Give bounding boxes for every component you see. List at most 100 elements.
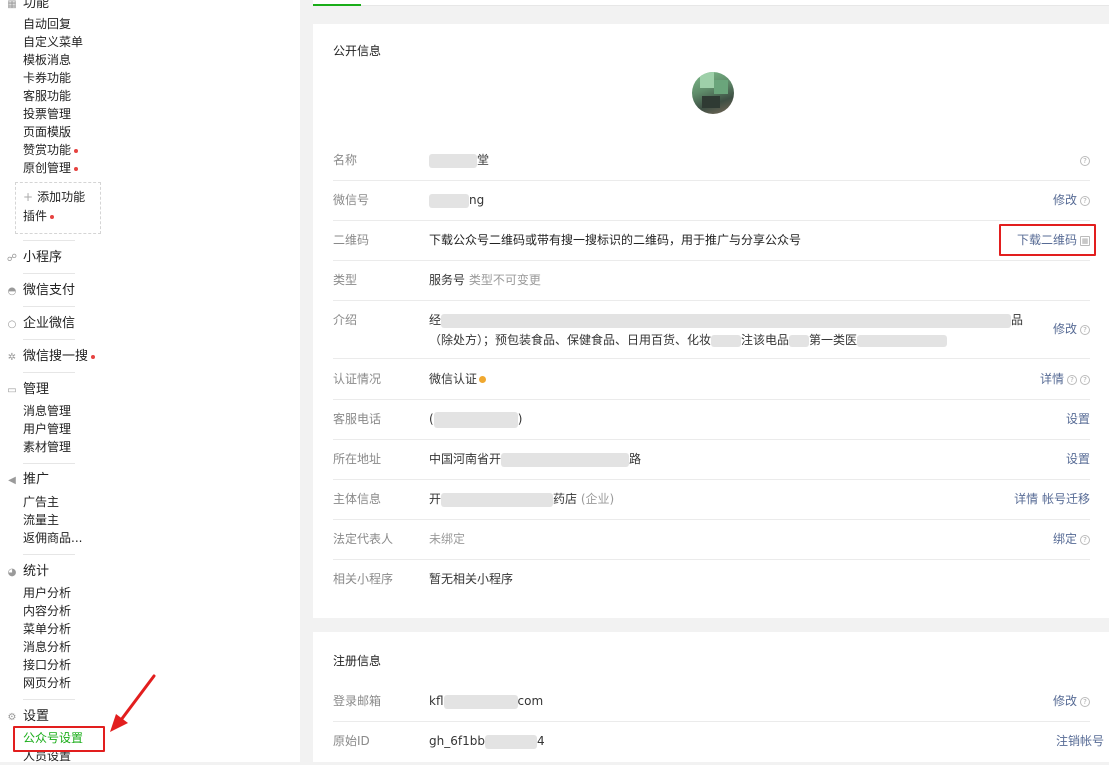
sidebar-item-api-analysis[interactable]: 接口分析 (23, 656, 71, 674)
row-type: 类型 服务号 类型不可变更 (333, 260, 1090, 301)
sidebar-item-template-message[interactable]: 模板消息 (23, 51, 71, 69)
sidebar-header-manage[interactable]: ▭ 管理 (5, 381, 49, 399)
divider (23, 372, 75, 373)
sidebar-item-content-analysis[interactable]: 内容分析 (23, 602, 71, 620)
label-type: 类型 (333, 273, 358, 287)
sidebar-item-advertiser[interactable]: 广告主 (23, 493, 59, 511)
sidebar-item-menu-analysis[interactable]: 菜单分析 (23, 620, 71, 638)
label-email: 登录邮箱 (333, 694, 382, 708)
sidebar-item-custom-menu[interactable]: 自定义菜单 (23, 33, 83, 51)
deregister-account-link[interactable]: 注销帐号 (1056, 721, 1104, 761)
label-related: 相关小程序 (333, 572, 394, 586)
question-icon: ? (1067, 374, 1077, 385)
phone-settings-link[interactable]: 设置 (1066, 399, 1090, 439)
tab-active-indicator (313, 4, 361, 6)
redacted-block (441, 313, 1012, 328)
intro-line-1: 经品 (429, 313, 1024, 328)
avatar[interactable] (692, 72, 734, 114)
address-settings-link[interactable]: 设置 (1066, 439, 1090, 479)
subject-actions: 详情 帐号迁移 (1014, 479, 1090, 519)
sidebar-header-promotion[interactable]: ◀ 推广 (5, 471, 49, 489)
sidebar-header-enterprise-wechat[interactable]: ○ 企业微信 (5, 315, 75, 333)
verified-badge-icon (479, 376, 487, 383)
verify-detail-link[interactable]: 详情?? (1040, 359, 1090, 399)
gear-icon: ⚙ (7, 712, 17, 723)
value-legal: 未绑定 (429, 532, 466, 546)
value-type: 服务号 类型不可变更 (429, 273, 541, 287)
sidebar-header-mini-program[interactable]: ☍ 小程序 (5, 249, 62, 267)
section-title-public: 公开信息 (333, 44, 382, 58)
sidebar-header-wechat-search[interactable]: ✲ 微信搜一搜 (5, 348, 96, 366)
sidebar: ▦ 功能 自动回复 自定义菜单 模板消息 卡券功能 客服功能 投票管理 页面模版 … (0, 0, 300, 763)
divider (23, 463, 75, 464)
new-dot (74, 148, 79, 153)
account-migrate-link[interactable]: 帐号迁移 (1042, 492, 1090, 506)
redacted-block (501, 452, 630, 467)
email-modify-link[interactable]: 修改? (1053, 681, 1090, 721)
label-address: 所在地址 (333, 452, 382, 466)
grid-icon: ▦ (7, 0, 17, 10)
sidebar-item-message-manage[interactable]: 消息管理 (23, 402, 71, 420)
divider (23, 339, 75, 340)
divider (23, 554, 75, 555)
arrow-annotation-icon (110, 674, 156, 732)
megaphone-icon: ◀ (8, 475, 16, 486)
value-intro: 经品 （除处方）；预包装食品、保健食品、日用百货、化妆 注该电品 第一类医 (429, 310, 1023, 350)
divider (23, 699, 75, 700)
question-icon: ? (1080, 374, 1090, 385)
row-legal: 法定代表人 未绑定 绑定? (333, 519, 1090, 560)
folder-icon: ▭ (7, 385, 17, 396)
label-name: 名称 (333, 153, 358, 167)
sidebar-item-customer-service[interactable]: 客服功能 (23, 87, 71, 105)
row-address: 所在地址 中国河南省开路 设置 (333, 439, 1090, 480)
sidebar-header-statistics[interactable]: ◕ 统计 (5, 563, 49, 581)
intro-line-2: （除处方）；预包装食品、保健食品、日用百货、化妆 注该电品 第一类医 (429, 330, 1023, 350)
sidebar-item-auto-reply[interactable]: 自动回复 (23, 15, 71, 33)
value-address: 中国河南省开路 (429, 452, 642, 467)
chat-icon: ○ (7, 319, 17, 330)
link-icon: ☍ (6, 253, 18, 264)
question-icon: ? (1080, 195, 1090, 206)
redacted-block (429, 153, 477, 168)
sidebar-item-page-template[interactable]: 页面模版 (23, 123, 71, 141)
redacted-block (857, 334, 948, 347)
sidebar-header-wechat-pay[interactable]: ◓ 微信支付 (5, 282, 75, 300)
row-verify: 认证情况 微信认证 详情?? (333, 359, 1090, 400)
sidebar-item-vote[interactable]: 投票管理 (23, 105, 71, 123)
row-wechat-id: 微信号 ng 修改? (333, 180, 1090, 221)
tab-bar (313, 0, 1109, 6)
sidebar-item-traffic-owner[interactable]: 流量主 (23, 511, 59, 529)
subject-detail-link[interactable]: 详情 (1014, 492, 1038, 506)
sidebar-item-message-analysis[interactable]: 消息分析 (23, 638, 71, 656)
sidebar-item-user-manage[interactable]: 用户管理 (23, 420, 71, 438)
sidebar-header-settings[interactable]: ⚙ 设置 (5, 708, 50, 726)
wechat-id-modify-link[interactable]: 修改? (1053, 180, 1090, 220)
divider (23, 306, 75, 307)
row-email: 登录邮箱 kfl com 修改? (333, 681, 1090, 722)
value-verify: 微信认证 (429, 359, 487, 399)
new-dot (74, 166, 79, 171)
row-origin-id: 原始ID gh_6f1bb 4 注销帐号 (333, 721, 1104, 761)
add-function-button[interactable]: + 添加功能 (23, 188, 85, 206)
sidebar-item-original[interactable]: 原创管理 (23, 159, 79, 177)
sidebar-item-web-analysis[interactable]: 网页分析 (23, 674, 71, 692)
row-related-mini-program: 相关小程序 暂无相关小程序 (333, 559, 1090, 599)
sidebar-item-user-analysis[interactable]: 用户分析 (23, 584, 71, 602)
register-info-card: 注册信息 登录邮箱 kfl com 修改? 原始ID gh_6f1bb 4 注销帐号 (313, 632, 1109, 762)
legal-bind-link[interactable]: 绑定? (1053, 519, 1090, 559)
question-icon: ? (1080, 534, 1090, 545)
label-legal: 法定代表人 (333, 532, 394, 546)
intro-modify-link[interactable]: 修改? (1053, 300, 1090, 358)
wallet-icon: ◓ (7, 286, 17, 297)
sidebar-item-appreciation[interactable]: 赞赏功能 (23, 141, 79, 159)
sidebar-header-function[interactable]: ▦ 功能 (5, 0, 49, 13)
sidebar-item-material-manage[interactable]: 素材管理 (23, 438, 71, 456)
question-icon: ? (1080, 696, 1090, 707)
plus-icon: + (23, 190, 34, 204)
sidebar-item-plugin[interactable]: 插件 (23, 207, 55, 225)
question-icon: ? (1080, 324, 1090, 335)
sidebar-item-commission[interactable]: 返佣商品... (23, 529, 82, 547)
sidebar-item-coupon[interactable]: 卡券功能 (23, 69, 71, 87)
name-help[interactable]: ? (1077, 140, 1090, 180)
redacted-block (433, 411, 518, 428)
